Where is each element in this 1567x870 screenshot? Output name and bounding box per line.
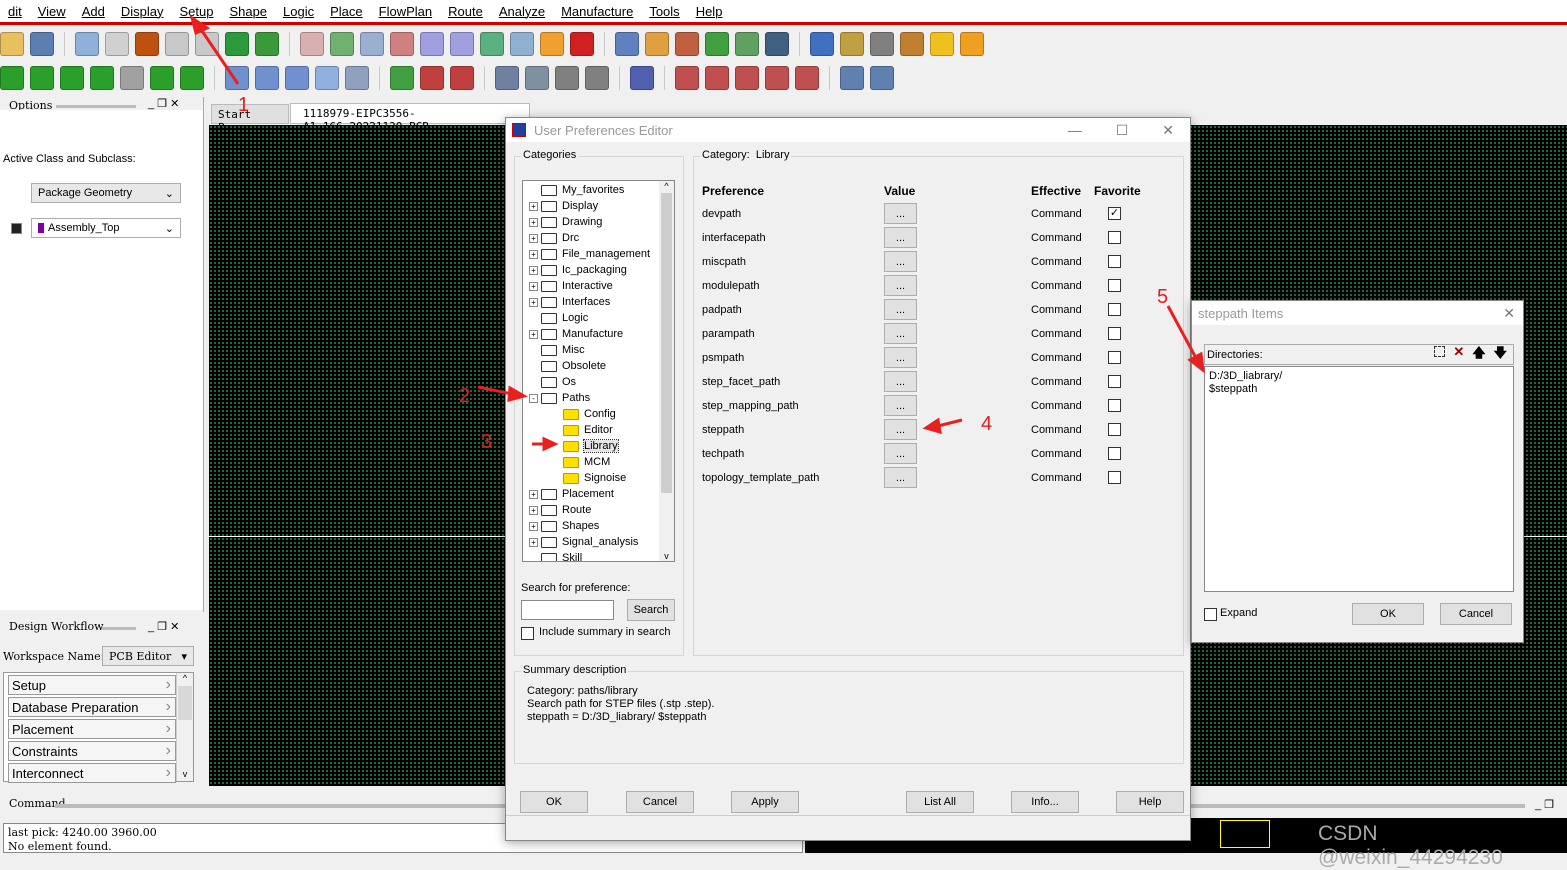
annotation-2: 2 <box>459 385 471 407</box>
arrow-5 <box>1166 305 1198 359</box>
annotation-3: 3 <box>481 431 493 453</box>
annotation-5: 5 <box>1157 286 1169 308</box>
annotation-arrows <box>189 14 1205 452</box>
annotation-1: 1 <box>238 94 250 116</box>
annotation-4: 4 <box>981 413 993 435</box>
arrow-4 <box>937 418 963 428</box>
arrow-1 <box>198 27 240 85</box>
arrow-2 <box>477 385 513 396</box>
